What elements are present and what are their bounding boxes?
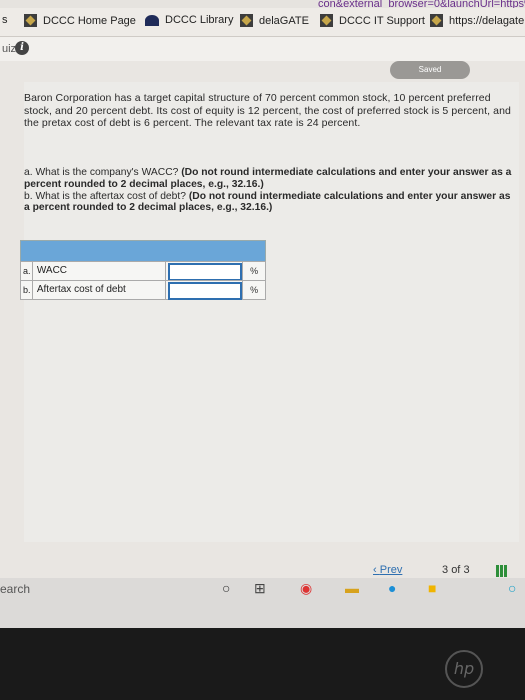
- file-explorer-icon[interactable]: ▬: [345, 580, 359, 596]
- bookmark-delagate[interactable]: delaGATE: [240, 14, 309, 27]
- quiz-header: uiz i: [0, 37, 525, 61]
- bookmarks-bar: s DCCC Home Page DCCC Library delaGATE D…: [0, 8, 525, 37]
- bookmark-dccc-it-support[interactable]: DCCC IT Support: [320, 14, 425, 27]
- answer-table-header: [20, 240, 266, 262]
- bookmark-label: https://delagate.d: [449, 14, 525, 27]
- bookmark-dccc-home[interactable]: DCCC Home Page: [24, 14, 136, 27]
- library-icon: [145, 14, 159, 26]
- bookmark-label: DCCC IT Support: [339, 14, 425, 27]
- saved-badge: Saved: [390, 61, 470, 79]
- part-a: a. What is the company's WACC? (Do not r…: [24, 167, 514, 191]
- dccc-icon: [24, 14, 37, 27]
- chrome-icon[interactable]: ◉: [300, 580, 312, 597]
- dccc-icon: [240, 14, 253, 27]
- row-unit: %: [242, 281, 265, 299]
- page-of: of: [451, 564, 461, 576]
- edge-icon[interactable]: ●: [388, 580, 396, 596]
- row-letter: a.: [21, 262, 33, 280]
- page-indicator: 3 of 3: [442, 564, 470, 576]
- quiz-label: uiz: [2, 43, 17, 55]
- info-icon[interactable]: i: [15, 41, 29, 55]
- taskbar: earch ○ ⊞ ◉ ▬ ● ■ ○: [0, 578, 525, 628]
- aftertax-cost-input[interactable]: [167, 282, 243, 300]
- question-parts: a. What is the company's WACC? (Do not r…: [24, 167, 514, 214]
- bookmark-label: DCCC Home Page: [43, 14, 136, 27]
- grid-icon[interactable]: [496, 565, 508, 577]
- bookmark-delagate-url[interactable]: https://delagate.d: [430, 14, 525, 27]
- wacc-input[interactable]: [167, 263, 243, 281]
- row-label: Aftertax cost of debt: [33, 281, 166, 299]
- cortana-icon[interactable]: ○: [222, 580, 230, 596]
- hp-logo: hp: [445, 650, 483, 688]
- row-letter: b.: [21, 281, 33, 299]
- prev-button[interactable]: ‹ Prev: [373, 564, 402, 576]
- answer-row-aftertax: b. Aftertax cost of debt %: [20, 280, 266, 300]
- prev-label: Prev: [379, 564, 403, 576]
- chevron-left-icon: ‹: [373, 564, 380, 576]
- current-page: 3: [442, 564, 449, 576]
- dccc-icon: [430, 14, 443, 27]
- part-b: b. What is the aftertax cost of debt? (D…: [24, 191, 514, 215]
- row-label: WACC: [33, 262, 166, 280]
- question-panel: [24, 82, 519, 542]
- part-b-lead: b. What is the aftertax cost of debt?: [24, 190, 186, 202]
- taskbar-search[interactable]: earch: [0, 582, 30, 596]
- task-view-icon[interactable]: ⊞: [254, 580, 266, 597]
- row-unit: %: [242, 262, 265, 280]
- store-icon[interactable]: ■: [428, 580, 436, 596]
- part-a-lead: a. What is the company's WACC?: [24, 167, 179, 178]
- bookmark-prefix: s: [2, 14, 8, 26]
- dccc-icon: [320, 14, 333, 27]
- bookmark-dccc-library[interactable]: DCCC Library: [145, 14, 233, 26]
- windows-icon[interactable]: ○: [508, 580, 516, 596]
- answer-row-wacc: a. WACC %: [20, 261, 266, 281]
- laptop-screen: con&external_browser=0&launchUrl=https% …: [0, 0, 525, 628]
- total-pages: 3: [463, 564, 470, 576]
- bookmark-label: DCCC Library: [165, 14, 234, 26]
- question-intro: Baron Corporation has a target capital s…: [24, 92, 511, 129]
- bookmark-label: delaGATE: [259, 14, 309, 27]
